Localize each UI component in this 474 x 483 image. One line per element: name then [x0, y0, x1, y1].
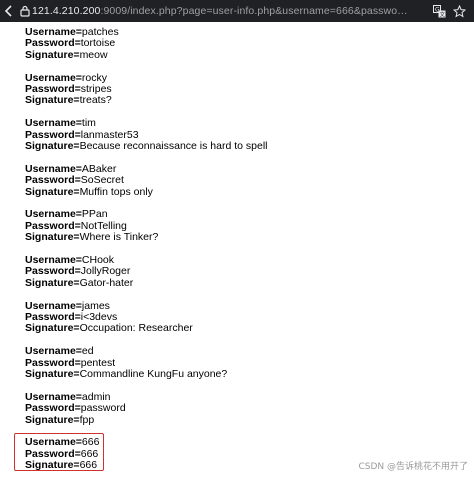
signature-label: Signature= [25, 140, 80, 153]
url-host: 121.4.210.200 [32, 5, 101, 17]
signature-label: Signature= [25, 185, 80, 198]
signature-label: Signature= [25, 231, 80, 244]
signature-line: Signature=Muffin tops only [25, 185, 268, 198]
password-value: SoSecret [80, 174, 124, 187]
password-label: Password= [25, 356, 81, 369]
username-value: admin [81, 390, 111, 403]
username-label: Username= [25, 390, 82, 403]
url-ellipsis: … [397, 5, 408, 17]
signature-line: Signature=Occupation: Researcher [25, 323, 268, 334]
password-value: NotTelling [80, 219, 127, 232]
user-info-results: Username=patches Password=tortoise Signatu… [25, 26, 268, 483]
svg-text:文: 文 [439, 10, 445, 18]
password-value: stripes [80, 83, 112, 96]
username-label: Username= [25, 26, 82, 38]
username-value: ed [81, 345, 94, 358]
url-path: :9009/index.php?page=user-info.php&usern… [100, 5, 398, 17]
username-value: PPan [81, 208, 108, 221]
signature-value: treats? [79, 94, 112, 107]
signature-label: Signature= [25, 48, 80, 61]
signature-value: Where is Tinker? [79, 231, 159, 244]
signature-line: Signature=treats? [25, 95, 268, 106]
password-label: Password= [25, 128, 81, 141]
username-label: Username= [25, 254, 82, 267]
signature-label: Signature= [25, 413, 80, 426]
signature-value: Because reconnaissance is hard to spell [79, 140, 268, 153]
user-record: Username=rocky Password=stripes Signature=… [25, 71, 268, 107]
user-record: Username=patches Password=tortoise Signatu… [25, 26, 268, 61]
signature-line: Signature=meow [25, 48, 268, 61]
username-label: Username= [25, 117, 82, 130]
signature-line: Signature=Commandline KungFu anyone? [25, 368, 268, 381]
highlight-box [14, 433, 104, 471]
username-label: Username= [25, 162, 82, 175]
signature-line: Signature=Where is Tinker? [25, 232, 268, 243]
signature-value: Occupation: Researcher [79, 322, 193, 335]
username-value: tim [81, 117, 96, 130]
signature-label: Signature= [25, 368, 80, 381]
bookmark-star-icon[interactable] [450, 0, 468, 22]
user-record: Username=ed Password=pentest Signature=Com… [25, 346, 268, 380]
watermark: CSDN @告诉桃花不用开了 [358, 462, 468, 472]
password-label: Password= [25, 402, 81, 415]
password-label: Password= [25, 174, 81, 187]
password-value: i<3devs [80, 311, 118, 324]
lock-icon[interactable] [18, 0, 32, 22]
user-record: Username=ABaker Password=SoSecret Signatur… [25, 162, 268, 198]
password-value: pentest [80, 356, 116, 369]
username-label: Username= [25, 208, 82, 221]
user-record: Username=CHook Password=JollyRoger Signatu… [25, 254, 268, 289]
user-record: Username=tim Password=lanmaster53 Signatur… [25, 118, 268, 152]
signature-value: Gator-hater [79, 276, 134, 289]
username-value: rocky [81, 71, 108, 84]
signature-label: Signature= [25, 276, 80, 289]
user-record: Username=PPan Password=NotTelling Signatur… [25, 209, 268, 243]
password-value: JollyRoger [80, 265, 131, 278]
signature-line: Signature=Because reconnaissance is hard… [25, 140, 268, 153]
signature-line: Signature=Gator-hater [25, 276, 268, 289]
signature-line: Signature=fpp [25, 413, 268, 426]
user-record: Username=admin Password=password Signature… [25, 390, 268, 426]
username-value: james [81, 299, 110, 312]
username-label: Username= [25, 299, 82, 312]
password-label: Password= [25, 311, 81, 324]
signature-label: Signature= [25, 94, 80, 107]
password-label: Password= [25, 83, 81, 96]
username-label: Username= [25, 345, 82, 358]
back-icon[interactable] [0, 0, 18, 22]
username-value: ABaker [81, 162, 117, 175]
translate-icon[interactable]: G 文 [430, 0, 448, 22]
username-value: CHook [81, 254, 115, 267]
url-field[interactable]: 121.4.210.200:9009/index.php?page=user-i… [32, 5, 430, 17]
user-record: Username=james Password=i<3devs Signature=… [25, 299, 268, 335]
password-label: Password= [25, 219, 81, 232]
browser-address-bar: 121.4.210.200:9009/index.php?page=user-i… [0, 0, 474, 22]
password-value: tortoise [80, 37, 116, 50]
signature-label: Signature= [25, 322, 80, 335]
signature-value: Muffin tops only [79, 185, 153, 198]
signature-value: meow [79, 48, 108, 61]
signature-value: fpp [79, 413, 95, 426]
password-value: password [80, 402, 126, 415]
username-label: Username= [25, 71, 82, 84]
password-label: Password= [25, 265, 81, 278]
password-label: Password= [25, 37, 81, 50]
toolbar-icons: G 文 [430, 0, 474, 22]
username-value: patches [81, 26, 119, 38]
signature-value: Commandline KungFu anyone? [79, 368, 228, 381]
password-value: lanmaster53 [80, 128, 139, 141]
